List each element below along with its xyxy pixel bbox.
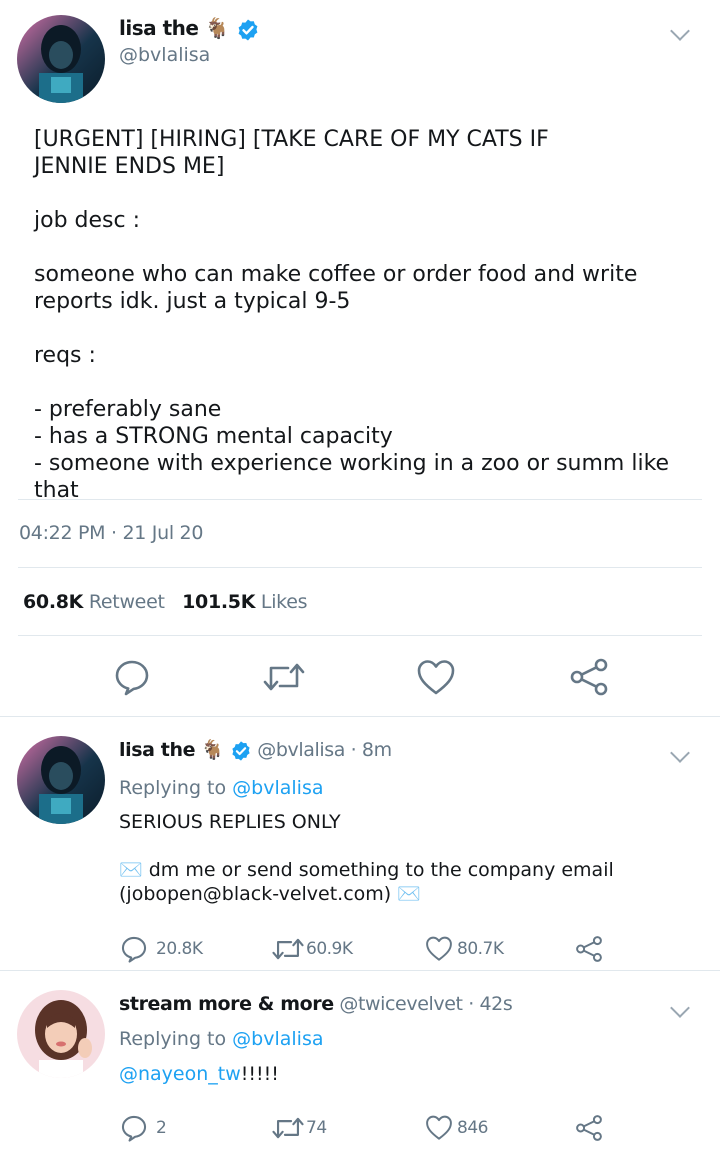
share-icon[interactable] xyxy=(575,1114,603,1142)
reply-text-line: @nayeon_tw!!!!! xyxy=(119,1063,279,1085)
chevron-down-icon[interactable] xyxy=(670,998,690,1018)
retweet-count[interactable]: 60.8K xyxy=(23,591,83,613)
author-name[interactable]: lisa the 🐐 xyxy=(119,16,260,42)
share-icon[interactable] xyxy=(569,657,609,697)
envelope-emoji: ✉️ xyxy=(397,883,421,905)
goat-emoji: 🐐 xyxy=(204,16,230,40)
replying-to: Replying to @bvlalisa xyxy=(119,1028,324,1050)
author-handle[interactable]: @bvlalisa xyxy=(119,44,210,66)
reply-count: 20.8K xyxy=(156,939,203,959)
reply-icon[interactable] xyxy=(120,1114,148,1142)
reply-icon[interactable] xyxy=(120,935,148,963)
likes-count[interactable]: 101.5K xyxy=(182,591,255,613)
retweet-icon[interactable] xyxy=(271,936,305,962)
avatar[interactable] xyxy=(17,736,105,824)
share-icon[interactable] xyxy=(575,935,603,963)
envelope-emoji: ✉️ xyxy=(119,859,143,881)
reply-text-line: (jobopen@black-velvet.com) ✉️ xyxy=(119,883,421,905)
display-name[interactable]: lisa the xyxy=(119,739,195,761)
retweet-count: 60.9K xyxy=(306,939,353,959)
retweet-count: 74 xyxy=(306,1118,327,1138)
display-name[interactable]: stream more & more xyxy=(119,993,334,1015)
like-icon[interactable] xyxy=(425,1114,453,1141)
goat-emoji: 🐐 xyxy=(200,739,225,761)
retweet-icon[interactable] xyxy=(262,660,306,694)
author-handle[interactable]: @twicevelvet xyxy=(339,993,463,1015)
replying-to: Replying to @bvlalisa xyxy=(119,777,324,799)
chevron-down-icon[interactable] xyxy=(670,743,690,763)
like-count: 846 xyxy=(457,1118,488,1138)
tweet-timestamp[interactable]: 04:22 PM · 21 Jul 20 xyxy=(19,522,203,544)
divider xyxy=(0,716,720,717)
reply-header: lisa the 🐐 @bvlalisa · 8m xyxy=(119,738,392,762)
like-icon[interactable] xyxy=(416,658,456,696)
reply-count: 2 xyxy=(156,1118,167,1138)
avatar[interactable] xyxy=(17,15,105,103)
like-count: 80.7K xyxy=(457,939,504,959)
divider xyxy=(0,970,720,971)
like-icon[interactable] xyxy=(425,935,453,962)
replying-to-link[interactable]: @bvlalisa xyxy=(232,777,323,799)
replying-to-link[interactable]: @bvlalisa xyxy=(232,1028,323,1050)
author-handle[interactable]: @bvlalisa xyxy=(257,739,345,761)
avatar[interactable] xyxy=(17,990,105,1078)
reply-text-line: ✉️ dm me or send something to the compan… xyxy=(119,859,614,881)
reply-header: stream more & more @twicevelvet · 42s xyxy=(119,993,513,1015)
tweet-stats: 60.8K Retweet 101.5K Likes xyxy=(23,591,307,613)
verified-badge-icon xyxy=(238,19,258,40)
mention-link[interactable]: @nayeon_tw xyxy=(119,1063,241,1085)
likes-label[interactable]: Likes xyxy=(261,591,308,613)
display-name: lisa the xyxy=(119,16,199,40)
verified-badge-icon xyxy=(232,740,250,761)
retweet-icon[interactable] xyxy=(271,1115,305,1141)
tweet-text: [URGENT] [HIRING] [TAKE CARE OF MY CATS … xyxy=(34,127,670,503)
divider xyxy=(18,635,702,636)
reply-time: · 42s xyxy=(468,993,513,1015)
divider xyxy=(18,567,702,568)
chevron-down-icon[interactable] xyxy=(670,21,690,41)
divider xyxy=(18,499,702,500)
reply-time: · 8m xyxy=(350,739,392,761)
reply-text-line: SERIOUS REPLIES ONLY xyxy=(119,811,341,833)
retweet-label[interactable]: Retweet xyxy=(89,591,165,613)
reply-icon[interactable] xyxy=(113,658,151,696)
